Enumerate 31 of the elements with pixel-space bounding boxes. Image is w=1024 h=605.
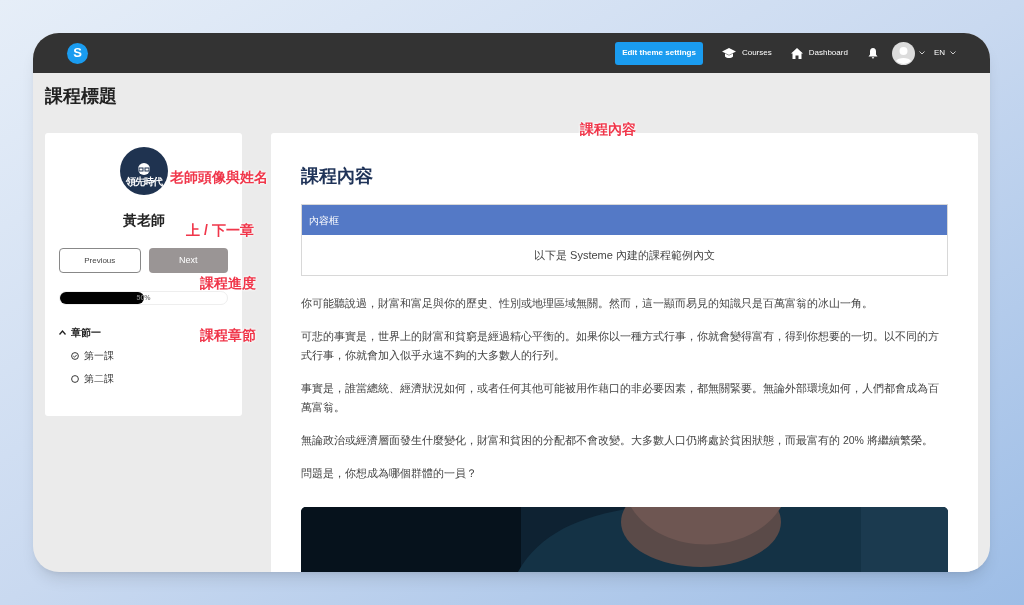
content-box-text: 以下是 Systeme 內建的課程範例內文 — [533, 247, 716, 263]
bell-icon[interactable] — [867, 47, 878, 59]
paragraph: 無論政治或經濟層面發生什麼變化，財富和貧困的分配都不會改變。大多數人口仍將處於貧困狀態，而最富有的 20% 將繼續繁榮。 — [301, 433, 934, 448]
nav-link[interactable]: Dashboard — [808, 47, 848, 59]
avatar-icon[interactable] — [891, 41, 915, 65]
annotation-label: 老師頭像與姓名 — [170, 168, 268, 187]
graduation-cap-icon — [721, 47, 736, 59]
paragraph: 可悲的事實是，世界上的財富和貧窮是經過精心平衡的。如果你以一種方式行事，你就會變得富有，得到你想要的一切。以不同的方式行事，你就會加入似乎永遠不夠的大多數人的行列。 — [301, 329, 940, 363]
annotation-label: 課程內容 — [580, 120, 636, 139]
chapter-title[interactable]: 章節一 — [71, 325, 101, 340]
annotation-label: 課程進度 — [200, 274, 256, 293]
chevron-down-icon[interactable] — [918, 51, 925, 55]
lesson-link[interactable]: 第一課 — [84, 348, 114, 363]
content-heading: 課程內容 — [301, 165, 374, 188]
paragraph: 事實是，誰當總統、經濟狀況如何，或者任何其他可能被用作藉口的非必要因素，都無關緊要。無論外部環境如何，人們都會成為百萬富翁。 — [301, 381, 940, 415]
annotation-label: 上 / 下一章 — [186, 221, 254, 240]
nav-link[interactable]: Courses — [741, 47, 772, 59]
chevron-down-icon[interactable] — [950, 51, 956, 55]
annotation-label: 課程章節 — [200, 326, 256, 345]
paragraph: 你可能聽說過，財富和富足與你的歷史、性別或地理區域無關。然而，這一顯而易見的知識只是百萬富翁的冰山一角。 — [301, 296, 874, 311]
home-icon — [790, 47, 803, 59]
teacher-name: 黃老師 — [122, 211, 165, 230]
previous-button[interactable]: Previous — [59, 248, 141, 273]
face-icon — [135, 162, 152, 176]
page-title: 課程標題 — [45, 85, 118, 108]
lesson-link[interactable]: 第二課 — [84, 371, 114, 386]
content-box-header: 內容框 — [302, 205, 947, 235]
language-selector[interactable]: EN — [933, 47, 945, 59]
avatar-text: 領先時代 — [125, 176, 162, 187]
chevron-up-icon[interactable] — [59, 330, 66, 335]
paragraph: 問題是，你想成為哪個群體的一員？ — [301, 466, 478, 481]
